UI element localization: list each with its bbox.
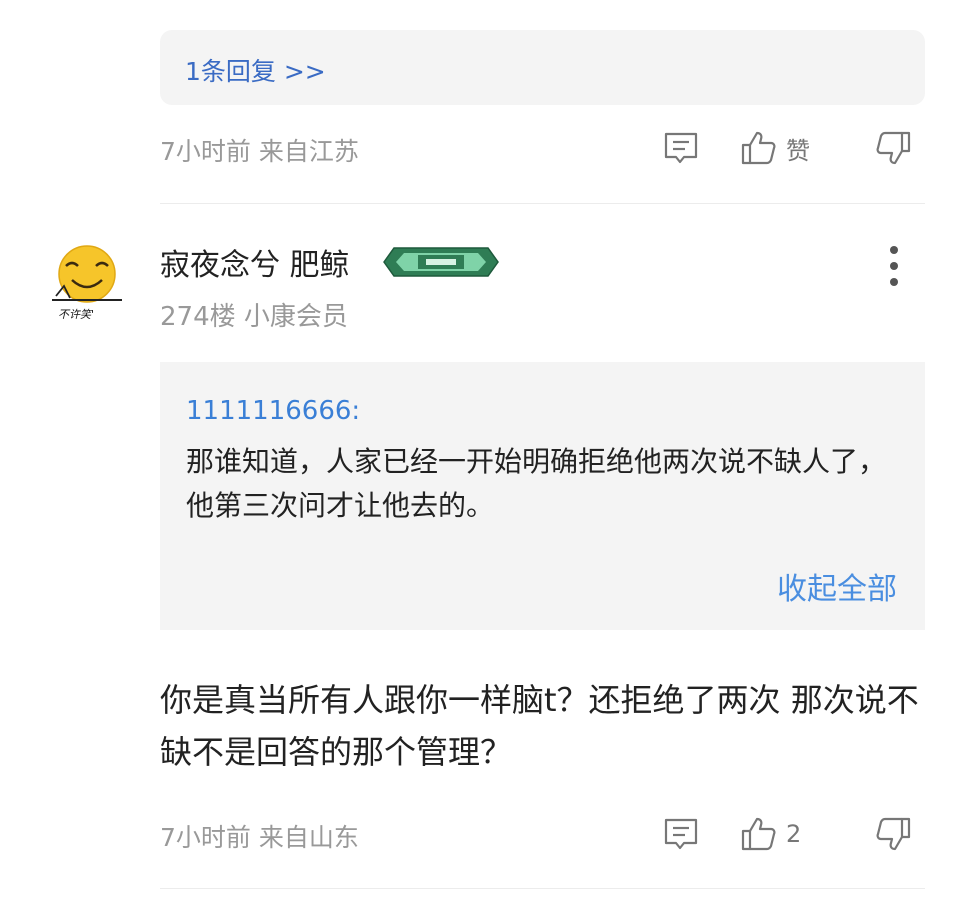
comment-divider xyxy=(160,203,925,204)
like-count: 2 xyxy=(786,820,802,848)
prev-comment-dislike-button[interactable] xyxy=(874,128,912,168)
username[interactable]: 寂夜念兮 肥鲸 xyxy=(160,240,350,284)
comment-like-button[interactable]: 2 xyxy=(740,814,801,854)
quoted-text: 那谁知道，人家已经一开始明确拒绝他两次说不缺人了，他第三次问才让他去的。 xyxy=(186,445,887,522)
quoted-reply: 1111116666: 那谁知道，人家已经一开始明确拒绝他两次说不缺人了，他第三… xyxy=(160,362,925,630)
thumbs-up-icon xyxy=(740,129,778,167)
floor-info: 274楼 小康会员 xyxy=(160,302,348,332)
comment-meta-row: 7小时前 来自山东 2 xyxy=(160,814,925,854)
comment-body: 你是真当所有人跟你一样脑t？还拒绝了两次 那次说不缺不是回答的那个管理？ xyxy=(160,681,919,771)
thumbs-down-icon xyxy=(874,129,912,167)
replies-box[interactable]: 1条回复 >> xyxy=(160,30,925,105)
comment-reply-button[interactable] xyxy=(662,814,700,854)
prev-comment-meta-row: 7小时前 来自江苏 赞 xyxy=(160,128,925,168)
comment-icon xyxy=(662,129,700,167)
more-options-button[interactable] xyxy=(882,246,906,286)
comment-icon xyxy=(662,815,700,853)
collapse-all-button[interactable]: 收起全部 xyxy=(777,564,897,608)
avatar-caption: 不许笑' xyxy=(58,308,95,321)
prev-comment-meta: 7小时前 来自江苏 xyxy=(160,137,359,166)
view-replies-link[interactable]: 1条回复 >> xyxy=(185,52,326,88)
comment-dislike-button[interactable] xyxy=(874,814,912,854)
like-label: 赞 xyxy=(786,136,810,165)
level-badge xyxy=(382,242,500,282)
comment-meta: 7小时前 来自山东 xyxy=(160,823,359,852)
thumbs-down-icon xyxy=(874,815,912,853)
more-vertical-icon xyxy=(882,246,906,286)
thumbs-up-icon xyxy=(740,815,778,853)
prev-comment-like-button[interactable]: 赞 xyxy=(740,128,810,168)
comment-divider xyxy=(160,888,925,889)
avatar[interactable]: 不许笑' xyxy=(44,236,130,328)
prev-comment-reply-button[interactable] xyxy=(662,128,700,168)
quoted-username[interactable]: 1111116666: xyxy=(186,396,360,426)
